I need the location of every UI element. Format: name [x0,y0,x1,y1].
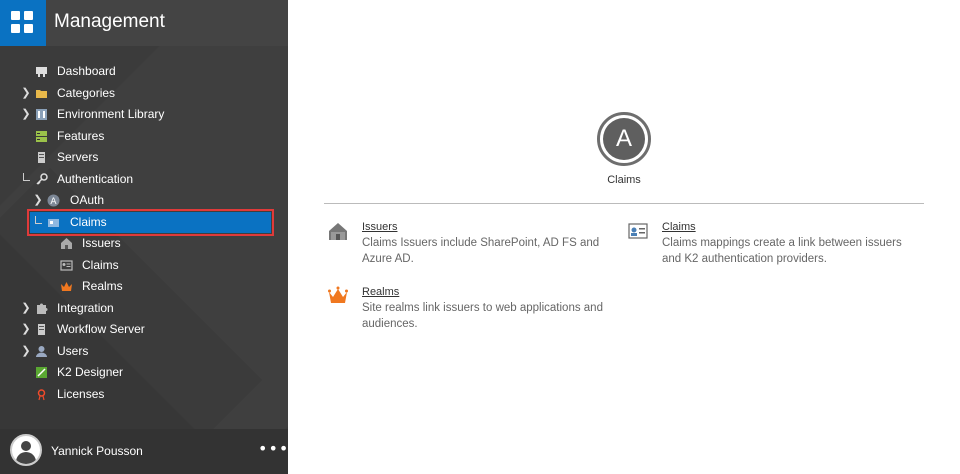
sidebar-item-k2-designer[interactable]: K2 Designer [0,362,288,384]
user-icon [36,345,47,357]
sidebar-item-label: Claims [70,214,107,229]
user-footer: Yannick Pousson ••• [0,429,288,474]
features-icon [36,130,47,142]
sidebar-item-environment-library[interactable]: ❯ Environment Library [0,104,288,126]
sidebar-item-servers[interactable]: Servers [0,147,288,169]
sidebar-item-categories[interactable]: ❯ Categories [0,83,288,105]
house-icon [61,238,72,249]
claims-link[interactable]: Claims [662,221,696,233]
sidebar-item-label: Servers [57,150,99,164]
chevron-right-icon[interactable]: ❯ [21,108,31,120]
puzzle-icon [37,303,48,314]
page-title: Claims [607,174,641,186]
sidebar-item-oauth[interactable]: ❯ A OAuth [0,190,288,212]
sidebar-item-label: Categories [57,85,116,100]
chevron-right-icon[interactable]: ❯ [21,302,31,314]
expanded-indicator-icon[interactable] [35,215,42,224]
issuers-link[interactable]: Issuers [362,221,397,233]
sidebar-item-label: Claims [82,257,119,272]
sidebar-item-label: Integration [57,300,114,315]
sidebar-item-claims-mappings[interactable]: Claims [0,255,288,277]
user-name: Yannick Pousson [51,444,143,458]
designer-icon [36,367,47,378]
sidebar-item-dashboard[interactable]: Dashboard [0,61,288,83]
realms-description: Site realms link issuers to web applicat… [362,302,603,330]
main-content: A Claims Issuers Claims Issuers include … [288,0,960,474]
id-card-icon [628,223,648,239]
crown-icon [328,286,348,303]
more-options-icon[interactable]: ••• [258,439,288,458]
folder-icon [36,89,47,98]
chevron-right-icon[interactable]: ❯ [21,345,31,357]
sidebar-item-label: Workflow Server [57,322,145,336]
claims-description: Claims mappings create a link between is… [662,237,902,265]
sidebar-item-claims[interactable]: Claims [27,208,274,236]
app-header: Management [0,0,288,46]
sidebar: Management Dashboard ❯ Categories ❯ Envi… [0,0,288,474]
sidebar-item-authentication[interactable]: Authentication [0,169,288,191]
sidebar-item-label: Dashboard [57,64,116,78]
chevron-right-icon[interactable]: ❯ [21,323,31,335]
section-avatar-letter: A [603,118,645,160]
sidebar-item-label: OAuth [70,193,105,207]
sidebar-item-realms[interactable]: Realms [0,276,288,298]
svg-text:A: A [50,197,57,207]
sidebar-item-features[interactable]: Features [0,126,288,148]
app-logo-icon[interactable] [0,0,46,46]
library-icon [36,109,47,120]
sidebar-item-users[interactable]: ❯ Users [0,341,288,363]
sidebar-item-label: K2 Designer [57,365,124,379]
expanded-indicator-icon[interactable] [23,172,30,181]
sidebar-item-workflow-server[interactable]: ❯ Workflow Server [0,319,288,341]
house-icon [329,223,347,240]
server-icon [38,152,45,163]
sidebar-item-label: Realms [82,279,123,293]
sidebar-item-label: Authentication [57,171,134,186]
workflow-server-icon [38,324,45,335]
sidebar-item-licenses[interactable]: Licenses [0,384,288,406]
chevron-right-icon[interactable]: ❯ [33,194,43,206]
sidebar-item-label: Licenses [57,386,105,401]
sidebar-nav: Dashboard ❯ Categories ❯ Environment Lib… [0,61,288,405]
avatar[interactable] [10,434,42,466]
dashboard-icon [36,67,47,77]
chevron-right-icon[interactable]: ❯ [21,87,31,99]
license-icon [37,388,46,400]
sidebar-item-integration[interactable]: ❯ Integration [0,298,288,320]
divider [324,203,924,204]
section-avatar: A [597,112,651,166]
app-title: Management [54,11,165,32]
oauth-icon: A [47,194,60,207]
crown-icon [61,282,72,291]
sidebar-item-label: Features [57,128,105,143]
id-card-icon [60,259,73,271]
sidebar-item-issuers[interactable]: Issuers [0,233,288,255]
sidebar-item-label: Users [57,343,89,358]
issuers-description: Claims Issuers include SharePoint, AD FS… [362,237,600,265]
key-icon [36,172,48,185]
realms-link[interactable]: Realms [362,286,399,298]
sidebar-item-label: Issuers [82,236,121,250]
sidebar-item-label: Environment Library [57,107,165,121]
claims-folder-icon [48,218,59,227]
